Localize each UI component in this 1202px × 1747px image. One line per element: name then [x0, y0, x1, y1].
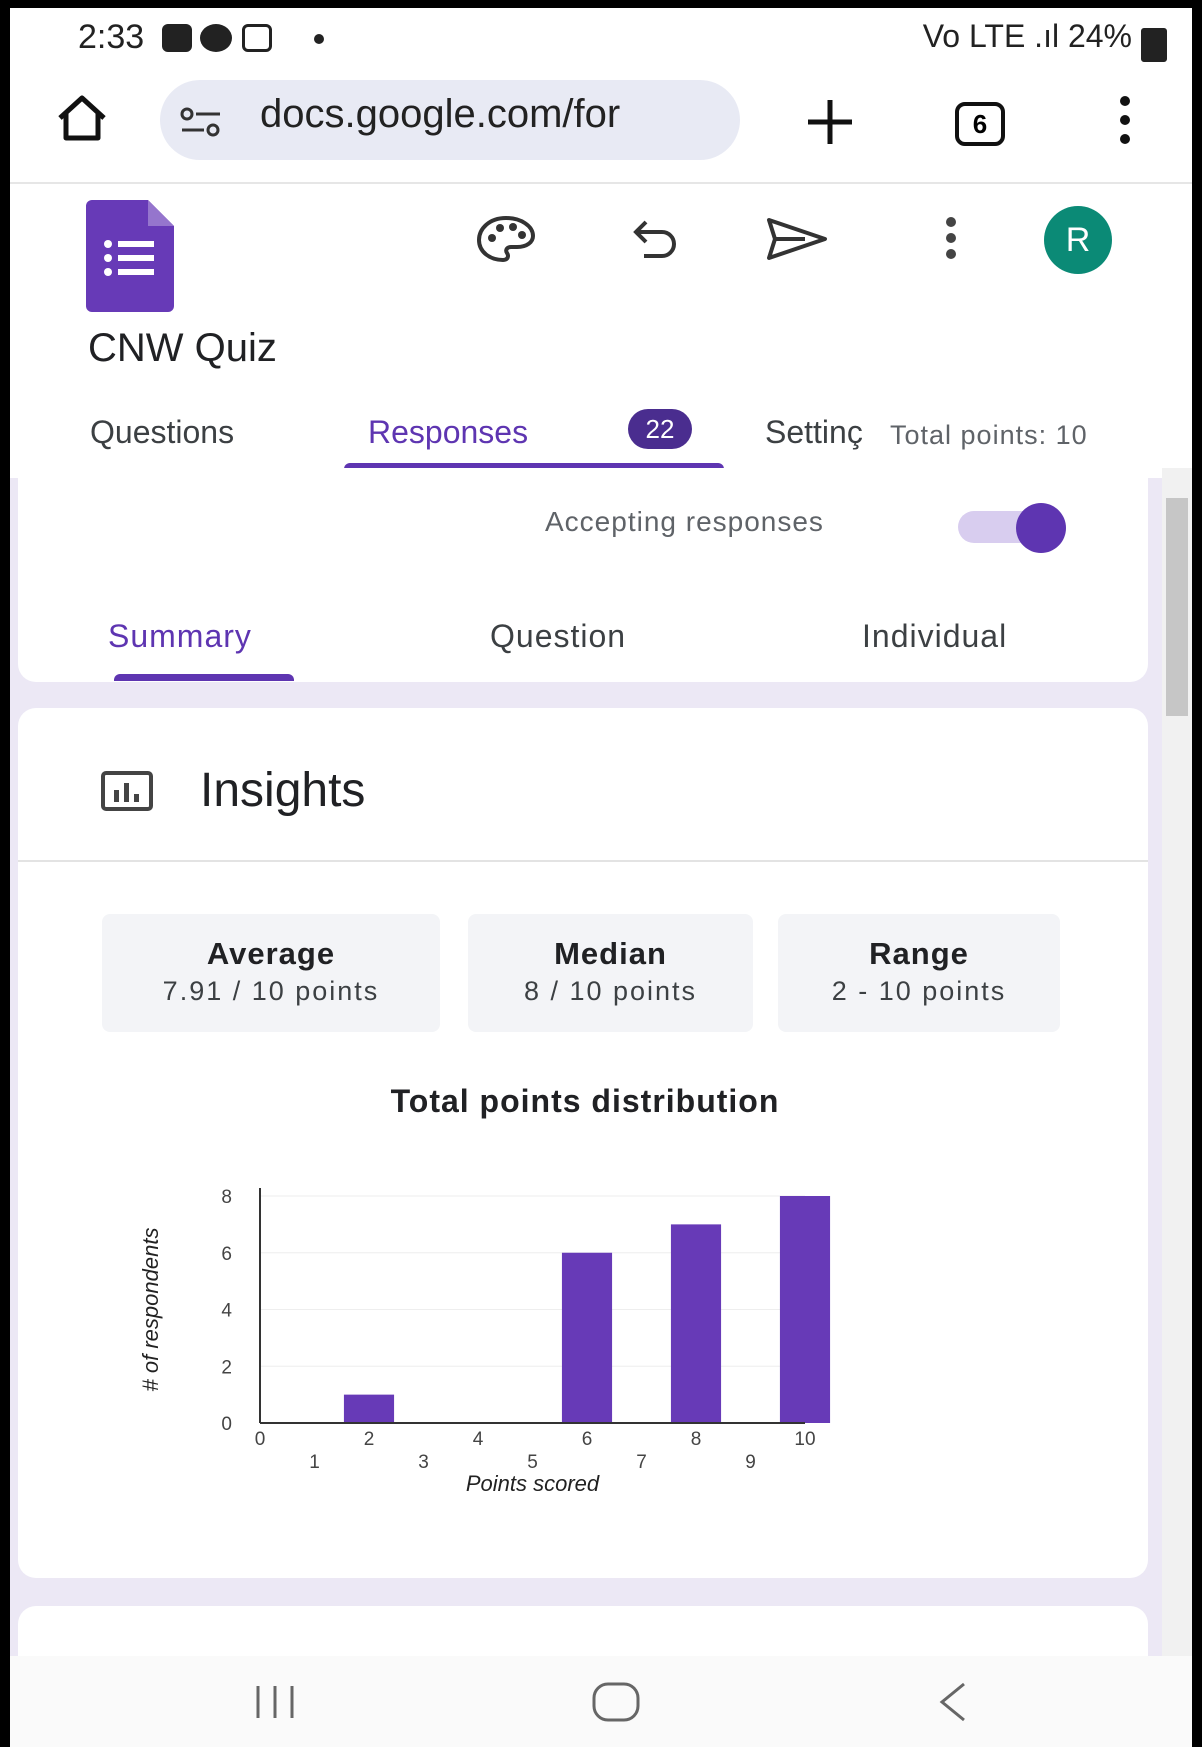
gallery-notification-icon: [162, 24, 192, 52]
stat-value: 8 / 10 points: [523, 976, 698, 1006]
x-tick-label: 0: [255, 1429, 266, 1450]
more-notifications-dot-icon: [314, 34, 324, 44]
y-tick-label: 4: [221, 1301, 232, 1322]
site-settings-icon[interactable]: [178, 106, 224, 138]
x-tick-label: 1: [309, 1452, 320, 1473]
toggle-knob[interactable]: [1016, 503, 1066, 553]
battery-icon: [1141, 28, 1167, 62]
stat-average: Average 7.91 / 10 points: [102, 914, 440, 1032]
y-tick-label: 6: [221, 1244, 232, 1265]
tab-settings[interactable]: Settinç: [765, 414, 895, 451]
y-tick-label: 8: [221, 1187, 232, 1208]
browser-toolbar: docs.google.com/for 6: [10, 70, 1192, 184]
status-time: 2:33: [78, 18, 145, 56]
status-bar: 2:33 Vo LTE .ıl 24%: [10, 8, 1192, 70]
y-tick-label: 0: [221, 1414, 232, 1435]
circle-notification-icon: [200, 24, 232, 52]
x-tick-label: 5: [527, 1452, 538, 1473]
back-nav-icon[interactable]: [936, 1680, 968, 1724]
tab-responses[interactable]: Responses: [368, 414, 528, 451]
palette-icon[interactable]: [475, 214, 537, 264]
x-tick-label: 7: [636, 1452, 647, 1473]
x-axis-label: Points scored: [466, 1471, 600, 1496]
bar: [779, 1196, 831, 1423]
stat-value: 2 - 10 points: [831, 976, 1007, 1006]
responses-count-badge: 22: [628, 409, 692, 449]
cb-notification-icon: [242, 24, 272, 52]
insights-title: Insights: [200, 764, 366, 817]
stat-value: 7.91 / 10 points: [162, 976, 380, 1006]
x-tick-label: 3: [418, 1452, 429, 1473]
y-axis-label: # of respondents: [138, 1228, 163, 1392]
scrollbar-thumb[interactable]: [1166, 498, 1188, 716]
subtab-individual[interactable]: Individual: [862, 618, 1007, 655]
stat-label: Range: [869, 936, 969, 971]
total-points-label: Total points: 10: [890, 420, 1088, 451]
account-avatar[interactable]: R: [1044, 206, 1112, 274]
undo-icon[interactable]: [628, 218, 680, 262]
stat-label: Median: [554, 936, 667, 971]
home-nav-icon[interactable]: [590, 1680, 642, 1724]
points-distribution-chart: 0 2 4 6 8 0 1 2 3 4 5 6 7 8 9 10 Points scored # of res…: [138, 1187, 831, 1496]
subtab-question[interactable]: Question: [490, 618, 626, 655]
home-icon[interactable]: [54, 92, 110, 144]
y-tick-label: 2: [221, 1357, 232, 1378]
insights-chart-icon: [101, 771, 153, 811]
android-navigation-bar: [10, 1656, 1192, 1747]
browser-menu-icon[interactable]: [1118, 94, 1132, 146]
bar: [670, 1224, 722, 1423]
form-title: CNW Quiz: [88, 326, 277, 370]
x-tick-label: 2: [364, 1429, 375, 1450]
stat-range: Range 2 - 10 points: [778, 914, 1060, 1032]
x-tick-label: 4: [473, 1429, 484, 1450]
google-forms-logo-icon[interactable]: [86, 200, 174, 312]
x-tick-label: 8: [691, 1429, 702, 1450]
status-right-indicators: Vo LTE .ıl 24%: [922, 18, 1132, 54]
tab-questions[interactable]: Questions: [90, 414, 234, 451]
url-text: docs.google.com/for: [260, 92, 621, 136]
recent-apps-icon[interactable]: [252, 1682, 298, 1722]
bar: [561, 1252, 613, 1423]
tab-switcher-button[interactable]: 6: [955, 102, 1005, 146]
bar: [343, 1394, 395, 1423]
stat-median: Median 8 / 10 points: [468, 914, 753, 1032]
x-tick-label: 10: [794, 1429, 815, 1450]
accepting-responses-label: Accepting responses: [545, 506, 824, 537]
active-subtab-indicator: [114, 674, 294, 681]
new-tab-icon[interactable]: [804, 96, 856, 148]
send-icon[interactable]: [765, 216, 829, 262]
subtab-summary[interactable]: Summary: [108, 618, 252, 655]
more-options-icon[interactable]: [944, 216, 958, 260]
insights-divider: [18, 860, 1148, 862]
x-tick-label: 9: [745, 1452, 756, 1473]
stat-label: Average: [206, 936, 336, 971]
chart-title: Total points distribution: [390, 1083, 780, 1119]
x-tick-label: 6: [582, 1429, 593, 1450]
